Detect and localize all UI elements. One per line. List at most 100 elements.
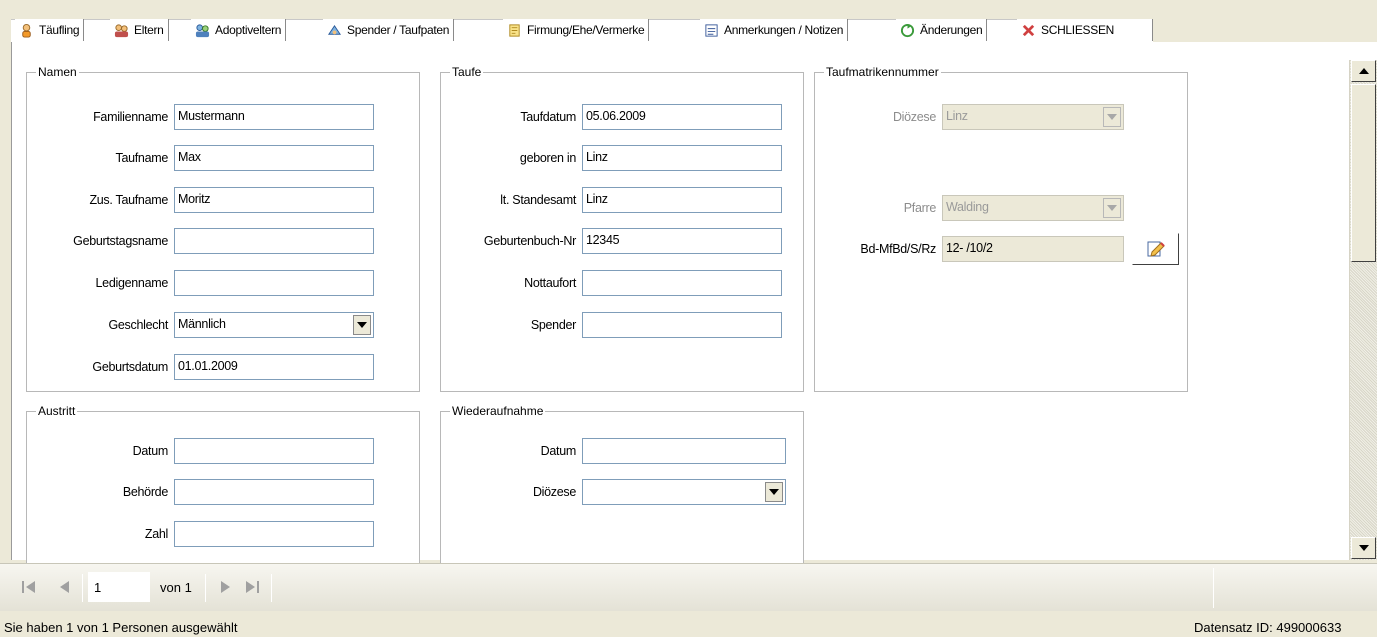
wiederaufnahme-group: Wiederaufnahme Datum Diözese bbox=[440, 404, 804, 571]
bd-field[interactable]: 12- /10/2 bbox=[942, 236, 1124, 262]
geboren-in-row: geboren in Linz bbox=[441, 145, 782, 171]
previous-record-button[interactable] bbox=[56, 576, 72, 598]
tab-eltern[interactable]: Eltern bbox=[110, 19, 169, 41]
parents-icon bbox=[114, 23, 129, 37]
tab-label: Anmerkungen / Notizen bbox=[724, 23, 844, 37]
behoerde-label: Behörde bbox=[122, 485, 168, 499]
standesamt-field[interactable]: Linz bbox=[582, 187, 782, 213]
scroll-down-button[interactable] bbox=[1351, 537, 1376, 559]
taufname-field[interactable]: Max bbox=[174, 145, 374, 171]
nav-separator bbox=[205, 574, 206, 602]
tab-bar: Täufling Eltern Adoptiveltern Spender / … bbox=[0, 0, 1377, 42]
geburtenbuch-field[interactable]: 12345 bbox=[582, 228, 782, 254]
tab-anmerkungen-notizen[interactable]: Anmerkungen / Notizen bbox=[700, 19, 849, 41]
namen-legend: Namen bbox=[36, 65, 79, 79]
status-bar: Sie haben 1 von 1 Personen ausgewählt Da… bbox=[0, 612, 1377, 637]
tab-schliessen[interactable]: SCHLIESSEN bbox=[1017, 19, 1153, 41]
scroll-thumb[interactable] bbox=[1351, 84, 1376, 262]
tab-label: Täufling bbox=[39, 23, 80, 37]
taufdatum-field[interactable]: 05.06.2009 bbox=[582, 104, 782, 130]
chevron-down-icon bbox=[357, 322, 367, 328]
geburtstagsname-label: Geburtstagsname bbox=[73, 234, 168, 248]
tab-aenderungen[interactable]: Änderungen bbox=[896, 19, 988, 41]
matrikel-dioezese-value: Linz bbox=[946, 109, 968, 123]
baby-icon bbox=[22, 23, 31, 38]
taufname-label: Taufname bbox=[115, 151, 169, 165]
scroll-up-button[interactable] bbox=[1351, 60, 1376, 82]
record-position-input[interactable]: 1 bbox=[88, 572, 150, 602]
zahl-row: Zahl bbox=[27, 521, 374, 547]
behoerde-field[interactable] bbox=[174, 479, 374, 505]
austritt-datum-field[interactable] bbox=[174, 438, 374, 464]
geburtstagsname-field[interactable] bbox=[174, 228, 374, 254]
tab-spender-taufpaten[interactable]: Spender / Taufpaten bbox=[323, 19, 455, 41]
last-icon bbox=[246, 581, 259, 593]
wiederaufnahme-datum-label: Datum bbox=[540, 444, 577, 458]
tab-adoptiveltern[interactable]: Adoptiveltern bbox=[191, 19, 287, 41]
chevron-down-icon bbox=[1107, 114, 1117, 120]
standesamt-row: lt. Standesamt Linz bbox=[441, 187, 782, 213]
spender-row: Spender bbox=[441, 312, 782, 338]
spender-label: Spender bbox=[530, 318, 576, 332]
austritt-datum-label: Datum bbox=[132, 444, 169, 458]
wiederaufnahme-datum-field[interactable] bbox=[582, 438, 786, 464]
chevron-down-icon bbox=[1358, 545, 1369, 551]
dropdown-button[interactable] bbox=[765, 482, 783, 502]
pfarre-select[interactable]: Walding bbox=[942, 195, 1124, 221]
bd-label: Bd-MfBd/S/Rz bbox=[860, 242, 936, 256]
tab-firmung-ehe-vermerke[interactable]: Firmung/Ehe/Vermerke bbox=[503, 19, 650, 41]
geburtsdatum-row: Geburtsdatum 01.01.2009 bbox=[27, 354, 374, 380]
nottaufort-field[interactable] bbox=[582, 270, 782, 296]
chevron-down-icon bbox=[1107, 205, 1117, 211]
tab-taeufling[interactable]: Täufling bbox=[15, 19, 85, 41]
previous-icon bbox=[59, 581, 69, 593]
notepad-icon bbox=[705, 23, 718, 37]
nav-separator bbox=[1213, 568, 1214, 608]
nav-separator bbox=[82, 574, 83, 602]
wiederaufnahme-dioezese-row: Diözese bbox=[441, 479, 786, 505]
taufname-row: Taufname Max bbox=[27, 145, 374, 171]
taufmatrikel-group: Taufmatrikennummer Diözese Linz Pfarre W… bbox=[814, 65, 1188, 392]
chevron-down-icon bbox=[769, 489, 779, 495]
geschlecht-select[interactable]: Männlich bbox=[174, 312, 374, 338]
geboren-in-field[interactable]: Linz bbox=[582, 145, 782, 171]
last-record-button[interactable] bbox=[244, 576, 262, 598]
geboren-in-label: geboren in bbox=[519, 151, 576, 165]
wiederaufnahme-dioezese-select[interactable] bbox=[582, 479, 786, 505]
familienname-field[interactable]: Mustermann bbox=[174, 104, 374, 130]
zahl-field[interactable] bbox=[174, 521, 374, 547]
adoptive-parents-icon bbox=[195, 23, 210, 37]
godparents-icon bbox=[327, 24, 342, 35]
vertical-scrollbar[interactable] bbox=[1349, 60, 1377, 560]
geburtsdatum-field[interactable]: 01.01.2009 bbox=[174, 354, 374, 380]
geschlecht-value: Männlich bbox=[178, 317, 226, 331]
geschlecht-label: Geschlecht bbox=[108, 318, 168, 332]
notes-icon bbox=[509, 23, 520, 37]
ledigenname-field[interactable] bbox=[174, 270, 374, 296]
edit-matrikel-button[interactable] bbox=[1132, 233, 1179, 265]
austritt-group: Austritt Datum Behörde Zahl bbox=[26, 404, 420, 571]
next-record-button[interactable] bbox=[217, 576, 233, 598]
dropdown-button[interactable] bbox=[353, 315, 371, 335]
austritt-datum-row: Datum bbox=[27, 438, 374, 464]
record-count-label: von 1 bbox=[160, 580, 192, 595]
first-record-button[interactable] bbox=[20, 576, 38, 598]
geschlecht-row: Geschlecht Männlich bbox=[27, 312, 374, 338]
dropdown-button[interactable] bbox=[1103, 107, 1121, 127]
pfarre-label: Pfarre bbox=[903, 201, 937, 215]
zus-taufname-row: Zus. Taufname Moritz bbox=[27, 187, 374, 213]
zus-taufname-field[interactable]: Moritz bbox=[174, 187, 374, 213]
tab-label: Änderungen bbox=[920, 23, 983, 37]
nottaufort-row: Nottaufort bbox=[441, 270, 782, 296]
tab-label: Firmung/Ehe/Vermerke bbox=[527, 23, 645, 37]
pfarre-value: Walding bbox=[946, 200, 989, 214]
zus-taufname-label: Zus. Taufname bbox=[89, 193, 168, 207]
dropdown-button[interactable] bbox=[1103, 198, 1121, 218]
taufdatum-row: Taufdatum 05.06.2009 bbox=[441, 104, 782, 130]
first-icon bbox=[22, 581, 35, 593]
spender-field[interactable] bbox=[582, 312, 782, 338]
matrikel-dioezese-select[interactable]: Linz bbox=[942, 104, 1124, 130]
nav-separator bbox=[271, 574, 272, 602]
changes-icon bbox=[900, 23, 915, 37]
taufmatrikel-legend: Taufmatrikennummer bbox=[824, 65, 941, 79]
